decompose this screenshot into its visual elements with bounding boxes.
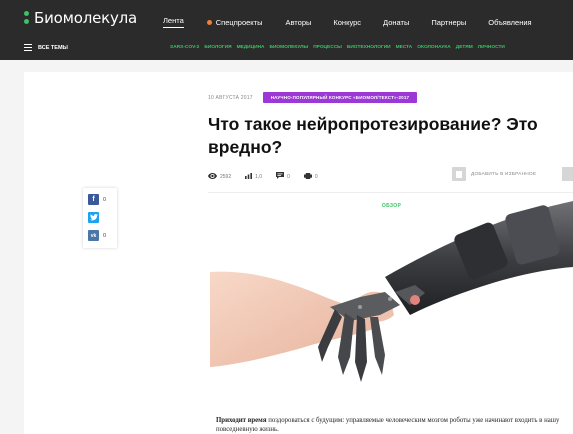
print-stat[interactable]: 0 bbox=[303, 172, 318, 181]
topic-link[interactable]: БИОМОЛЕКУЛЫ bbox=[270, 45, 309, 50]
add-to-favorites-button[interactable]: ДОБАВИТЬ В ИЗБРАННОЕ bbox=[452, 167, 536, 181]
topic-link[interactable]: ЛИЧНОСТИ bbox=[478, 45, 505, 50]
lead-bold: Приходит время bbox=[216, 417, 267, 424]
share-vk[interactable]: vk 0 bbox=[88, 230, 106, 241]
rating-stat: 1,0 bbox=[245, 172, 263, 181]
contest-badge[interactable]: НАУЧНО-ПОПУЛЯРНЫЙ КОНКУРС «БИОМОЛ/ТЕКСТ»… bbox=[262, 92, 418, 103]
topic-link[interactable]: БИОЛОГИЯ bbox=[204, 45, 231, 50]
main-nav: Лента Спецпроекты Авторы Конкурс Донаты … bbox=[163, 16, 532, 28]
nav-item-partners[interactable]: Партнеры bbox=[431, 18, 466, 27]
twitter-icon bbox=[88, 212, 99, 223]
topic-link[interactable]: ОКОЛОНАУКА bbox=[417, 45, 451, 50]
logo-mark-icon bbox=[24, 11, 30, 25]
bar-chart-icon bbox=[245, 172, 253, 181]
all-topics-label: ВСЕ ТЕМЫ bbox=[38, 44, 68, 51]
share-facebook[interactable]: f 0 bbox=[88, 194, 106, 205]
site-logo[interactable]: Биомолекула bbox=[24, 9, 137, 27]
topic-link[interactable]: МЕСТА bbox=[396, 45, 413, 50]
hamburger-icon bbox=[24, 44, 32, 51]
topic-list: SARS-COV-2 БИОЛОГИЯ МЕДИЦИНА БИОМОЛЕКУЛЫ… bbox=[170, 45, 510, 50]
share-twitter[interactable] bbox=[88, 212, 99, 223]
topic-link[interactable]: МЕДИЦИНА bbox=[237, 45, 265, 50]
print-count: 0 bbox=[314, 173, 318, 180]
favorites-label: ДОБАВИТЬ В ИЗБРАННОЕ bbox=[471, 171, 537, 177]
nav-item-authors[interactable]: Авторы bbox=[285, 18, 311, 27]
publish-date: 10 АВГУСТА 2017 bbox=[208, 94, 253, 101]
special-dot-icon bbox=[206, 20, 212, 26]
topics-bar: ВСЕ ТЕМЫ SARS-COV-2 БИОЛОГИЯ МЕДИЦИНА БИ… bbox=[0, 40, 573, 56]
divider bbox=[208, 192, 573, 193]
print-icon bbox=[303, 172, 312, 181]
bookmark-icon bbox=[452, 167, 466, 181]
views-stat: 2592 bbox=[208, 172, 232, 181]
comments-count: 0 bbox=[287, 173, 290, 180]
share-count: 0 bbox=[103, 196, 107, 203]
rubric-tag[interactable]: ОБЗОР bbox=[210, 203, 573, 209]
nav-item-specprojects[interactable]: Спецпроекты bbox=[206, 17, 263, 27]
share-panel: f 0 vk 0 bbox=[83, 188, 117, 248]
comment-icon bbox=[276, 172, 285, 181]
views-count: 2592 bbox=[220, 173, 232, 180]
article-stats: 2592 1,0 0 0 bbox=[208, 172, 332, 181]
nav-item-contest[interactable]: Конкурс bbox=[333, 18, 361, 27]
nav-item-donate[interactable]: Донаты bbox=[383, 18, 409, 27]
nav-item-feed[interactable]: Лента bbox=[163, 16, 184, 28]
rating-value: 1,0 bbox=[255, 173, 263, 180]
nav-item-specprojects-label: Спецпроекты bbox=[215, 17, 263, 27]
share-count: 0 bbox=[103, 232, 107, 239]
vk-icon: vk bbox=[88, 230, 99, 241]
article-meta: 10 АВГУСТА 2017 НАУЧНО-ПОПУЛЯРНЫЙ КОНКУР… bbox=[208, 92, 418, 103]
topic-link[interactable]: ПРОЦЕССЫ bbox=[313, 45, 342, 50]
topic-link[interactable]: ДЕТЯМ bbox=[456, 45, 473, 50]
comments-stat[interactable]: 0 bbox=[276, 172, 290, 181]
eye-icon bbox=[208, 172, 217, 181]
logo-text: Биомолекула bbox=[34, 9, 138, 27]
topic-link[interactable]: SARS-COV-2 bbox=[170, 45, 199, 50]
article-title: Что такое нейропротезирование? Это вредн… bbox=[208, 114, 538, 157]
more-actions-button[interactable] bbox=[562, 167, 573, 181]
article-hero-image: ОБЗОР bbox=[210, 197, 573, 407]
nav-item-announcements[interactable]: Объявления bbox=[488, 18, 531, 27]
topic-link[interactable]: БИОТЕХНОЛОГИИ bbox=[347, 45, 391, 50]
lead-text: поздороваться с будущим: управляемые чел… bbox=[216, 417, 560, 433]
facebook-icon: f bbox=[88, 194, 99, 205]
site-header: Биомолекула Лента Спецпроекты Авторы Кон… bbox=[0, 0, 573, 60]
article-lead: Приходит время поздороваться с будущим: … bbox=[216, 416, 566, 434]
all-topics-button[interactable]: ВСЕ ТЕМЫ bbox=[24, 44, 68, 51]
robot-and-child-hands-illustration bbox=[210, 201, 573, 382]
